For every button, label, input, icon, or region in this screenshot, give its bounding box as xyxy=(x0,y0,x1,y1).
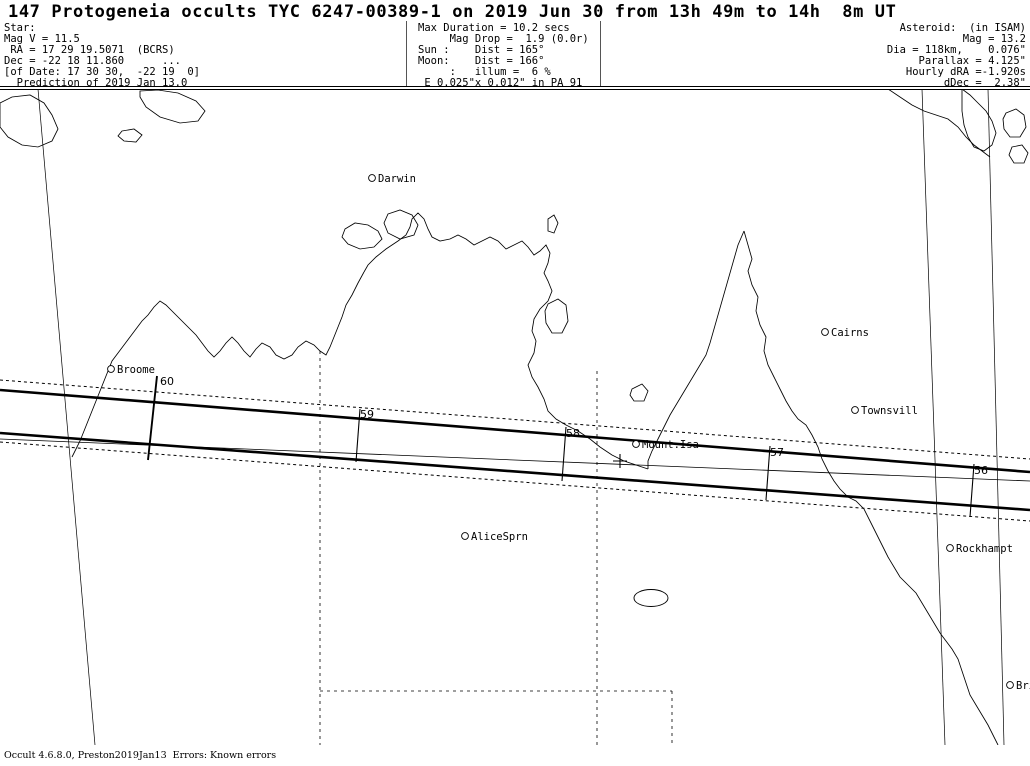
occultation-track-group xyxy=(0,375,1030,522)
city-label-cairns: Cairns xyxy=(831,327,869,339)
time-tick-60 xyxy=(147,375,158,461)
inland-lake xyxy=(633,589,669,607)
header-panel: 147 Protogeneia occults TYC 6247-00389-1… xyxy=(0,0,1030,89)
meridian-150E xyxy=(921,89,946,745)
island-mornington xyxy=(629,383,649,402)
meridian-120E xyxy=(37,89,96,745)
map-svg: 60 59 58 57 56 Darwin Cairns Townsvill B… xyxy=(0,89,1030,745)
page-title: 147 Protogeneia occults TYC 6247-00389-1… xyxy=(8,2,897,22)
asteroid-info-block: Asteroid: (in ISAM) Mag = 13.2 Dia = 118… xyxy=(886,22,1026,89)
island-png-cape xyxy=(961,89,997,152)
city-label-broome: Broome xyxy=(117,364,155,376)
city-dot-darwin xyxy=(368,174,376,182)
island-torres-1 xyxy=(1002,108,1027,138)
island-timor-east xyxy=(139,89,206,124)
coastline-group xyxy=(0,89,1029,745)
city-dot-cairns xyxy=(821,328,829,336)
city-label-townsville: Townsvill xyxy=(861,405,918,417)
time-label-58: 58 xyxy=(566,427,580,440)
time-label-57: 57 xyxy=(770,446,784,459)
island-timor-west xyxy=(0,94,59,148)
city-label-alice-springs: AliceSprn xyxy=(471,531,528,543)
island-groote-north xyxy=(547,214,559,234)
map-top-border xyxy=(0,89,1030,90)
map-canvas[interactable]: 60 59 58 57 56 Darwin Cairns Townsvill B… xyxy=(0,89,1030,745)
header-rule xyxy=(0,86,1030,87)
sigma-line-south xyxy=(0,441,1030,522)
path-limit-south xyxy=(0,431,1030,512)
island-melville xyxy=(383,209,419,240)
city-dot-brisbane xyxy=(1006,681,1014,689)
coast-queensland-east xyxy=(743,230,999,745)
event-info-block: Max Duration = 10.2 secs Mag Drop = 1.9 … xyxy=(418,22,589,89)
time-label-56: 56 xyxy=(974,464,988,477)
city-dot-alice-springs xyxy=(461,532,469,540)
city-label-mount-isa: Mount.Isa xyxy=(642,439,699,451)
city-label-darwin: Darwin xyxy=(378,173,416,185)
time-label-59: 59 xyxy=(360,408,374,421)
city-dot-rockhampton xyxy=(946,544,954,552)
city-label-rockhampton: Rockhampt xyxy=(956,543,1013,555)
header-divider-right xyxy=(600,21,601,86)
island-torres-2 xyxy=(1008,144,1029,164)
meridian-152E xyxy=(987,89,1005,745)
island-rote xyxy=(117,128,143,143)
occultation-prediction-page: 147 Protogeneia occults TYC 6247-00389-1… xyxy=(0,0,1030,766)
time-label-group: 60 59 58 57 56 xyxy=(160,375,988,477)
island-groote xyxy=(544,298,569,334)
header-divider-left xyxy=(406,21,407,86)
graticule-group xyxy=(37,89,1005,745)
city-dot-mount-isa xyxy=(632,440,640,448)
footer-credits: Occult 4.6.8.0, Preston2019Jan13 Errors:… xyxy=(4,750,277,761)
city-label-brisbane: Bri xyxy=(1016,680,1030,692)
city-dot-townsville xyxy=(851,406,859,414)
city-dot-broome xyxy=(107,365,115,373)
star-info-block: Star: Mag V = 11.5 RA = 17 29 19.5071 (B… xyxy=(4,22,200,89)
time-label-60: 60 xyxy=(160,375,174,388)
island-bathurst xyxy=(341,222,383,250)
